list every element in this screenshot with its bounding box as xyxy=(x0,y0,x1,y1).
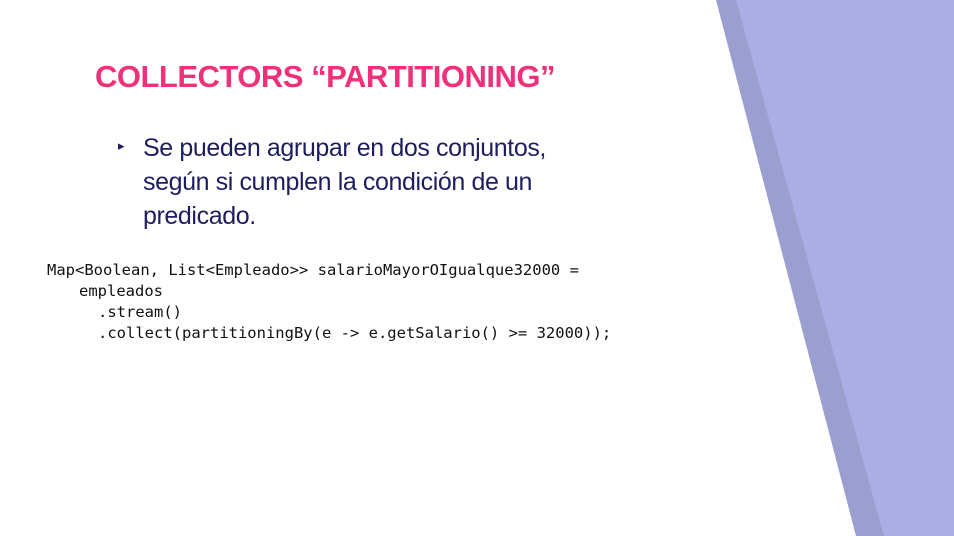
code-line: .collect(partitioningBy(e -> e.getSalari… xyxy=(98,324,612,342)
code-line: .stream() xyxy=(98,303,182,321)
code-line: Map<Boolean, List<Empleado>> salarioMayo… xyxy=(47,261,579,279)
slide: COLLECTORS “PARTITIONING” ▸ Se pueden ag… xyxy=(0,0,954,536)
slide-title: COLLECTORS “PARTITIONING” xyxy=(95,59,555,94)
bullet-item: ▸ Se pueden agrupar en dos conjuntos, se… xyxy=(118,131,578,233)
code-line: empleados xyxy=(79,282,163,300)
bullet-arrow-icon: ▸ xyxy=(118,139,125,154)
bullet-text: Se pueden agrupar en dos conjuntos, segú… xyxy=(143,134,546,230)
code-block: Map<Boolean, List<Empleado>> salarioMayo… xyxy=(47,260,611,344)
